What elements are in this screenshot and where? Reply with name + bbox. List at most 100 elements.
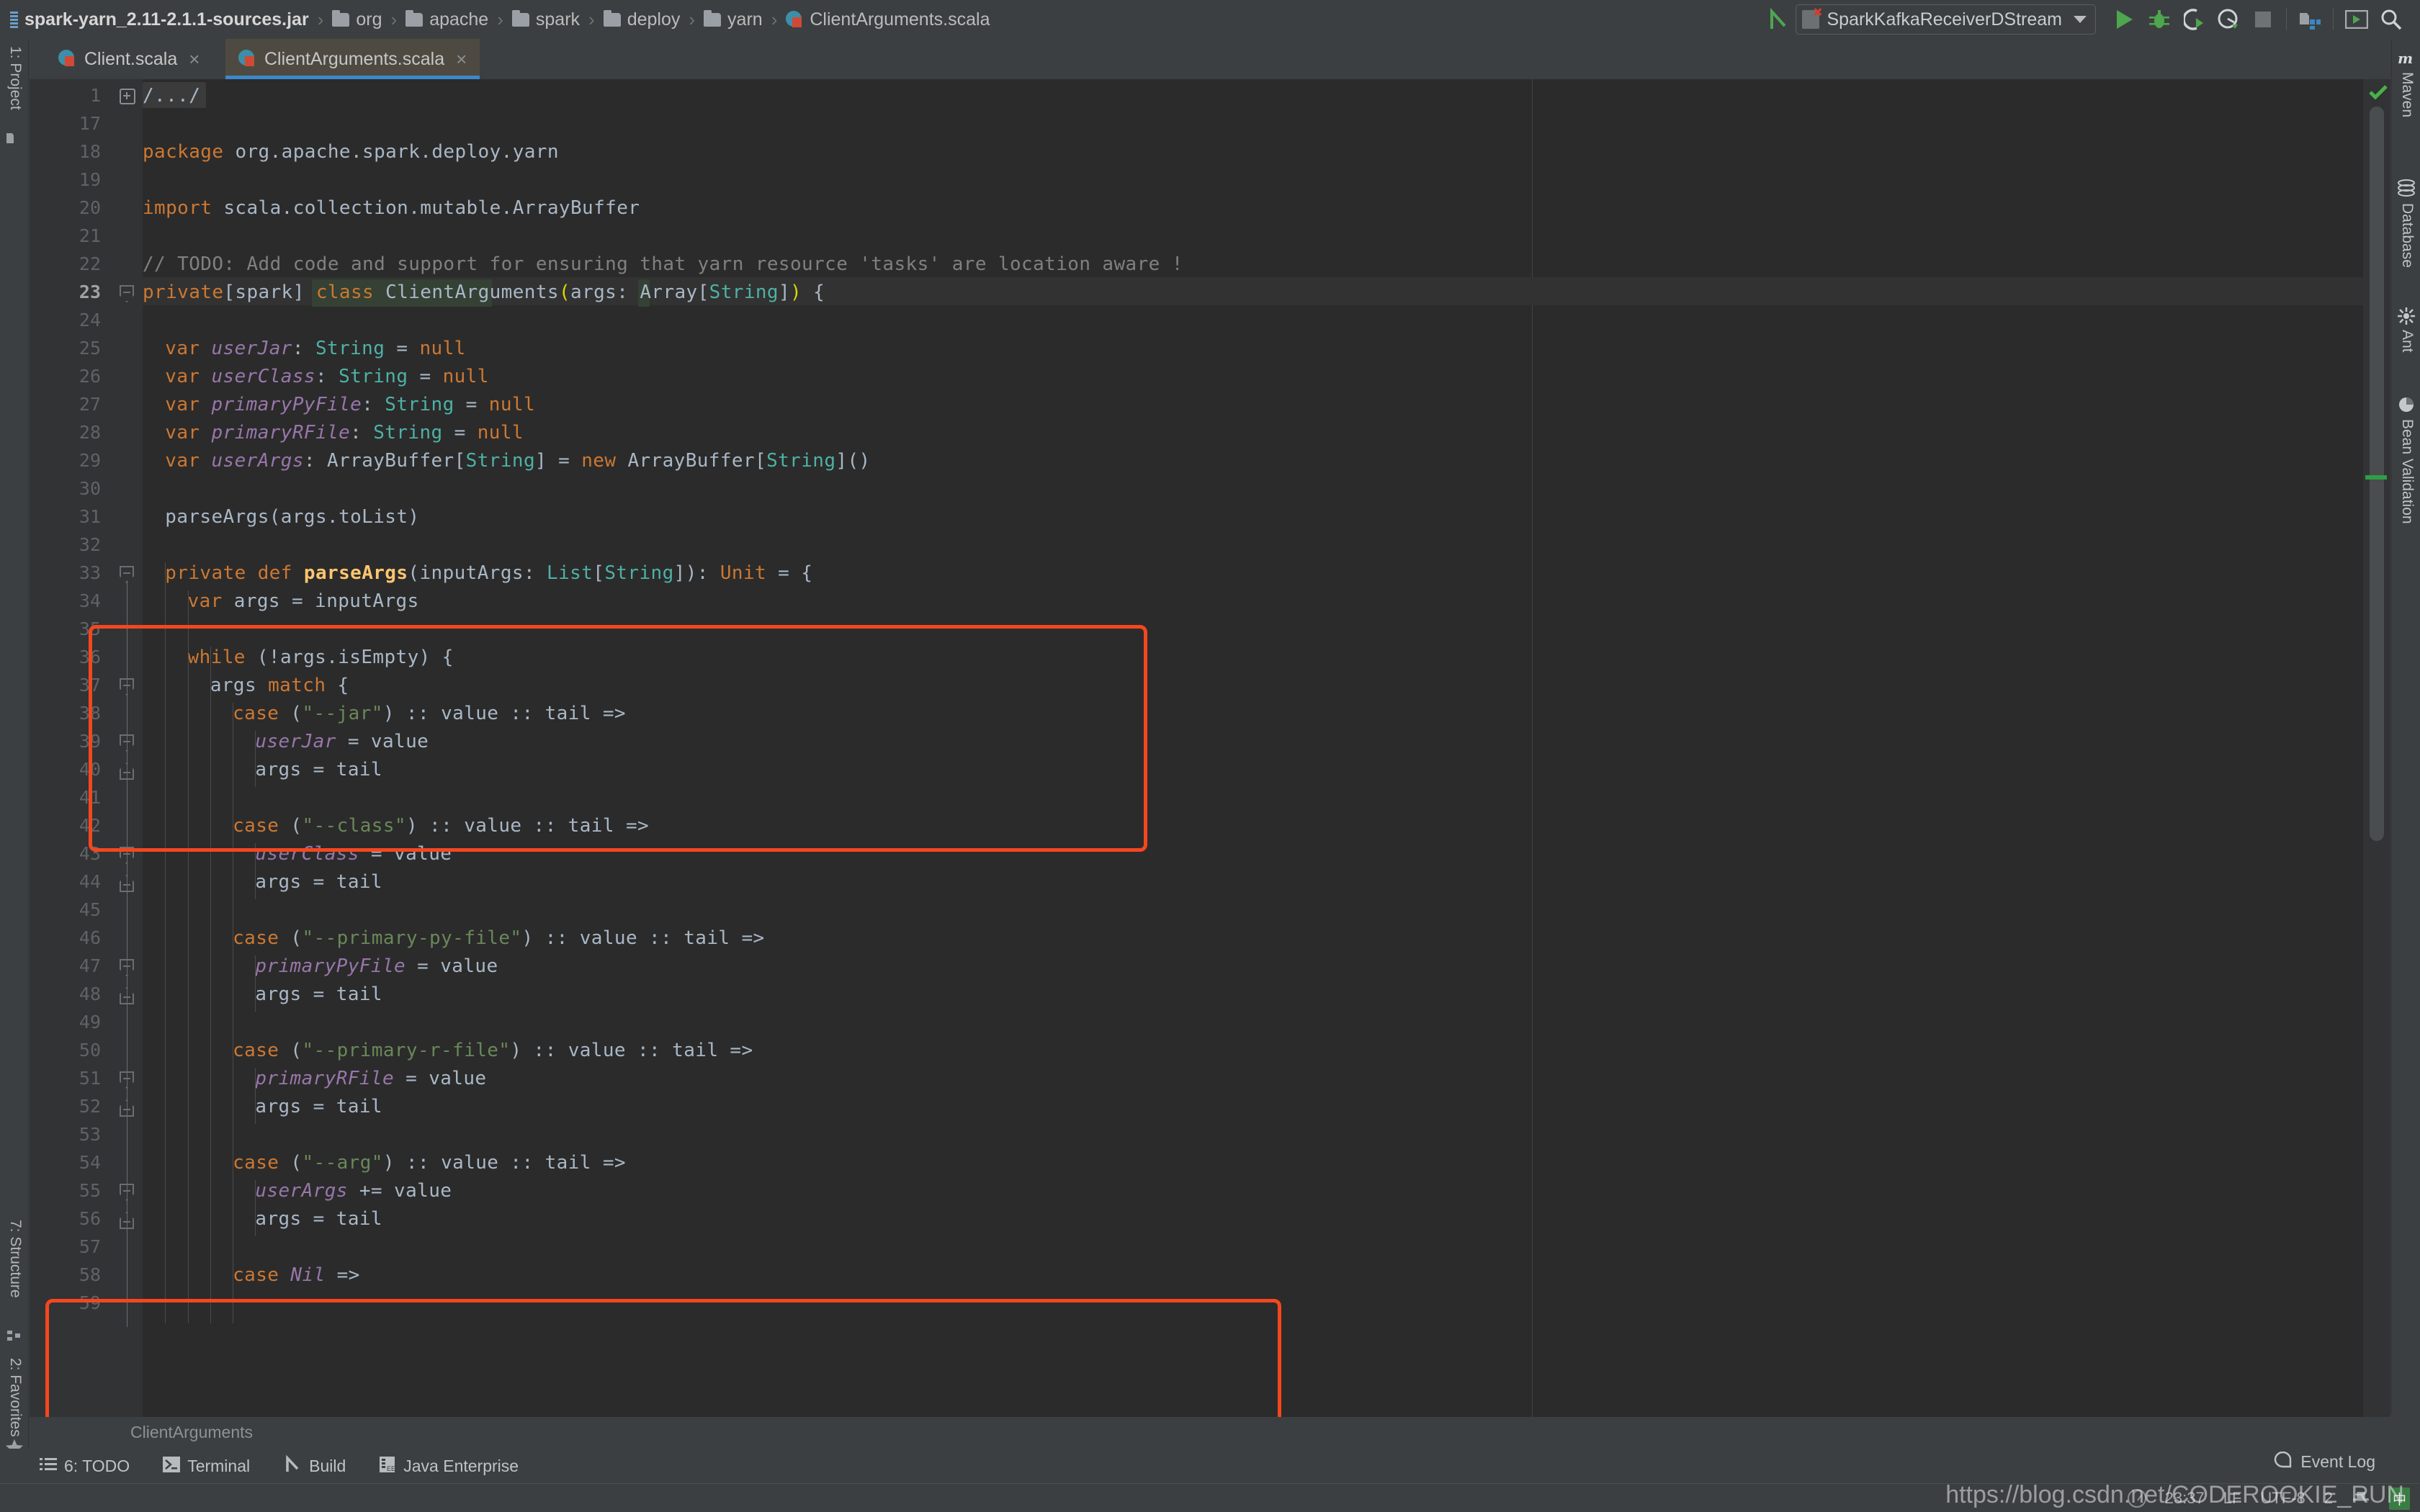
code-token: var — [165, 338, 212, 359]
error-stripe[interactable] — [2363, 79, 2390, 1417]
code-token: primaryPyFile — [255, 955, 406, 977]
code-token: : — [292, 338, 315, 359]
profile-button[interactable] — [2211, 3, 2246, 36]
build-button[interactable] — [1761, 3, 1796, 36]
tool-window-java-enterprise[interactable]: EE Java Enterprise — [379, 1456, 519, 1477]
stop-button[interactable] — [2246, 3, 2280, 36]
code-token: ] — [778, 282, 791, 303]
stripe-marker[interactable] — [2365, 475, 2387, 480]
code-token: case — [233, 1040, 291, 1061]
code-token: Nil — [290, 1264, 326, 1286]
editor-breadcrumb-label: ClientArguments — [130, 1422, 254, 1441]
stripe-button-maven[interactable]: Maven — [2398, 72, 2416, 117]
run-button[interactable] — [2107, 3, 2142, 36]
code-line[interactable]: userArgs += value — [255, 1180, 452, 1202]
code-line[interactable]: // TODO: Add code and support for ensuri… — [143, 253, 1183, 275]
code-line[interactable]: args match { — [210, 675, 349, 696]
breadcrumb-item-0[interactable]: spark-yarn_2.11-2.1.1-sources.jar — [10, 9, 309, 30]
code-line[interactable]: case ("--primary-r-file") :: value :: ta… — [233, 1040, 753, 1061]
fold-expand-icon[interactable] — [120, 89, 135, 104]
code-line[interactable]: package org.apache.spark.deploy.yarn — [143, 141, 559, 163]
code-line[interactable]: /.../ — [143, 85, 200, 107]
line-number: 30 — [79, 478, 101, 499]
code-token: userClass — [255, 843, 359, 865]
code-line[interactable]: var userJar: String = null — [165, 338, 465, 359]
hector-icon[interactable] — [2352, 1490, 2370, 1506]
stripe-button-structure[interactable]: 7: Structure — [6, 1220, 24, 1298]
tab-label: Client.scala — [84, 48, 178, 69]
close-icon[interactable]: × — [456, 50, 467, 68]
code-line[interactable]: primaryPyFile = value — [255, 955, 498, 977]
code-line[interactable]: args = tail — [255, 1208, 382, 1230]
left-tool-stripe: 1: Project 7: Structure 2: Favorites — [0, 39, 29, 1467]
code-line[interactable]: case Nil => — [233, 1264, 360, 1286]
line-number: 25 — [79, 338, 101, 359]
debug-button[interactable] — [2142, 3, 2177, 36]
stripe-button-project[interactable]: 1: Project — [6, 46, 24, 110]
breadcrumb-label: spark — [535, 9, 581, 30]
status-line-separator[interactable]: LF — [2223, 1489, 2242, 1508]
code-line[interactable]: userJar = value — [255, 731, 429, 752]
code-line[interactable]: userClass = value — [255, 843, 452, 865]
status-encoding[interactable]: UTF-8 — [2260, 1489, 2305, 1508]
code-line[interactable]: var args = inputArgs — [188, 590, 419, 612]
code-line[interactable]: private[spark] class ClientArguments(arg… — [143, 282, 825, 303]
editor-tab-clientarguments[interactable]: ClientArguments.scala × — [225, 39, 480, 79]
close-icon[interactable]: × — [189, 50, 200, 68]
event-log-button[interactable]: Event Log — [2274, 1451, 2375, 1472]
breadcrumb-item-5[interactable]: yarn — [704, 9, 763, 30]
breadcrumb-item-1[interactable]: org — [332, 9, 382, 30]
indent-guide — [255, 1180, 256, 1236]
tool-window-build[interactable]: Build — [283, 1454, 346, 1477]
status-indent[interactable]: 2 — [2324, 1489, 2333, 1508]
code-line[interactable]: var primaryPyFile: String = null — [165, 394, 535, 415]
code-line[interactable]: var primaryRFile: String = null — [165, 422, 524, 444]
search-everywhere-button[interactable] — [2374, 3, 2408, 36]
breadcrumb-item-2[interactable]: apache — [405, 9, 488, 30]
code-line[interactable]: case ("--primary-py-file") :: value :: t… — [233, 927, 764, 949]
code-token: scala.collection.mutable.ArrayBuffer — [223, 197, 640, 219]
code-line[interactable]: args = tail — [255, 759, 382, 780]
code-line[interactable]: case ("--class") :: value :: tail => — [233, 815, 649, 837]
code-token: : — [315, 366, 339, 387]
code-line[interactable]: args = tail — [255, 1096, 382, 1117]
code-line[interactable]: var userArgs: ArrayBuffer[String] = new … — [165, 450, 870, 472]
run-with-coverage-button[interactable] — [2177, 3, 2211, 36]
run-configuration-selector[interactable]: SparkKafkaReceiverDStream — [1796, 4, 2096, 35]
stripe-button-ant[interactable]: Ant — [2398, 330, 2416, 353]
input-language-badge[interactable]: 中 — [2388, 1487, 2410, 1510]
code-editor[interactable]: 1 17 18 19 20 21 22 23 24 25 26 27 28 29 30 31 32 33 34 35 3… — [30, 79, 2363, 1417]
code-line[interactable]: while (!args.isEmpty) { — [188, 647, 454, 668]
code-token: Unit — [720, 562, 767, 584]
code-folding-gutter[interactable] — [112, 79, 143, 1417]
code-line[interactable]: private def parseArgs(inputArgs: List[St… — [165, 562, 812, 584]
line-number: 56 — [79, 1208, 101, 1229]
code-token: : ArrayBuffer[ — [303, 450, 466, 472]
chevron-down-icon — [2074, 16, 2087, 23]
code-token: class — [315, 282, 386, 303]
tool-window-todo[interactable]: 6: TODO — [40, 1457, 130, 1476]
breadcrumb-label: deploy — [627, 9, 681, 30]
breadcrumb-item-4[interactable]: deploy — [603, 9, 681, 30]
code-line[interactable]: args = tail — [255, 871, 382, 893]
project-structure-button[interactable] — [2293, 3, 2327, 36]
code-line[interactable]: import scala.collection.mutable.ArrayBuf… — [143, 197, 640, 219]
code-line[interactable]: var userClass: String = null — [165, 366, 489, 387]
stripe-button-bean-validation[interactable]: Bean Validation — [2398, 419, 2416, 524]
code-line[interactable]: case ("--arg") :: value :: tail => — [233, 1152, 626, 1174]
breadcrumb-item-6[interactable]: ClientArguments.scala — [786, 9, 990, 30]
stripe-button-database[interactable]: Database — [2398, 203, 2416, 268]
code-line[interactable]: parseArgs(args.toList) — [165, 506, 419, 528]
fold-region-start-icon[interactable] — [120, 285, 134, 302]
vertical-scrollbar-thumb[interactable] — [2370, 107, 2384, 841]
code-line[interactable]: case ("--jar") :: value :: tail => — [233, 703, 626, 724]
tool-window-terminal[interactable]: Terminal — [163, 1456, 250, 1476]
code-line[interactable]: args = tail — [255, 984, 382, 1005]
breadcrumb-item-3[interactable]: spark — [511, 9, 581, 30]
code-text-area[interactable]: /.../ package org.apache.spark.deploy.yar… — [143, 79, 2363, 1417]
code-line[interactable]: primaryRFile = value — [255, 1068, 486, 1089]
editor-tab-client[interactable]: Client.scala × — [45, 39, 212, 79]
update-application-button[interactable] — [2339, 3, 2374, 36]
right-tool-stripe: m Maven Database Ant Bean Validation — [2391, 39, 2420, 1414]
stripe-button-favorites[interactable]: 2: Favorites — [6, 1358, 24, 1437]
